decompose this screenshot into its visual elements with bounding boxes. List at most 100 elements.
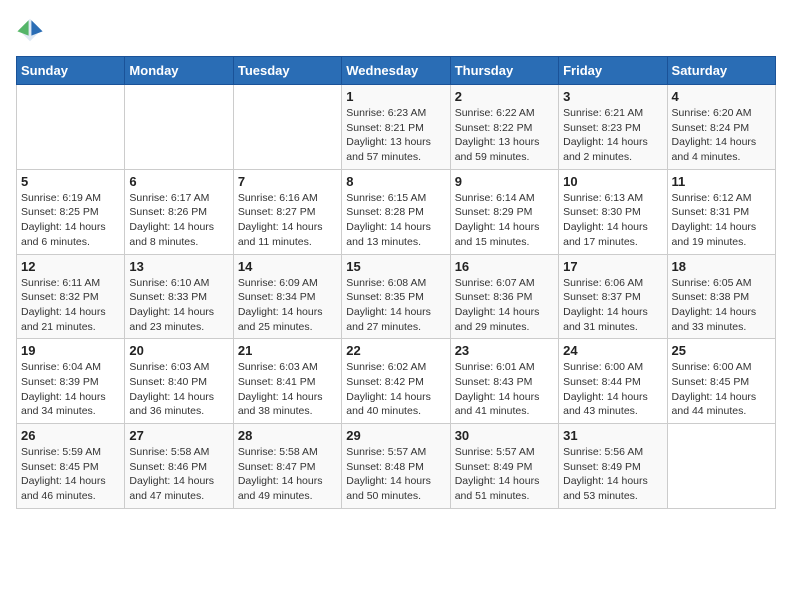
calendar-cell: 9 Sunrise: 6:14 AM Sunset: 8:29 PM Daylig… <box>450 169 558 254</box>
calendar-cell: 19 Sunrise: 6:04 AM Sunset: 8:39 PM Dayli… <box>17 339 125 424</box>
day-number: 8 <box>346 174 445 189</box>
day-info: Sunrise: 6:03 AM Sunset: 8:41 PM Dayligh… <box>238 360 337 419</box>
day-number: 7 <box>238 174 337 189</box>
calendar-cell: 30 Sunrise: 5:57 AM Sunset: 8:49 PM Dayli… <box>450 424 558 509</box>
day-number: 10 <box>563 174 662 189</box>
day-info: Sunrise: 5:59 AM Sunset: 8:45 PM Dayligh… <box>21 445 120 504</box>
calendar-week-row: 26 Sunrise: 5:59 AM Sunset: 8:45 PM Dayli… <box>17 424 776 509</box>
day-info: Sunrise: 6:21 AM Sunset: 8:23 PM Dayligh… <box>563 106 662 165</box>
day-info: Sunrise: 6:00 AM Sunset: 8:45 PM Dayligh… <box>672 360 771 419</box>
calendar-cell: 8 Sunrise: 6:15 AM Sunset: 8:28 PM Daylig… <box>342 169 450 254</box>
day-info: Sunrise: 6:17 AM Sunset: 8:26 PM Dayligh… <box>129 191 228 250</box>
day-info: Sunrise: 6:08 AM Sunset: 8:35 PM Dayligh… <box>346 276 445 335</box>
day-number: 21 <box>238 343 337 358</box>
calendar-cell: 6 Sunrise: 6:17 AM Sunset: 8:26 PM Daylig… <box>125 169 233 254</box>
logo-icon <box>16 16 44 44</box>
calendar-table: SundayMondayTuesdayWednesdayThursdayFrid… <box>16 56 776 509</box>
calendar-cell <box>125 85 233 170</box>
day-info: Sunrise: 6:15 AM Sunset: 8:28 PM Dayligh… <box>346 191 445 250</box>
calendar-cell: 21 Sunrise: 6:03 AM Sunset: 8:41 PM Dayli… <box>233 339 341 424</box>
calendar-cell: 3 Sunrise: 6:21 AM Sunset: 8:23 PM Daylig… <box>559 85 667 170</box>
day-info: Sunrise: 6:09 AM Sunset: 8:34 PM Dayligh… <box>238 276 337 335</box>
day-number: 13 <box>129 259 228 274</box>
day-info: Sunrise: 6:20 AM Sunset: 8:24 PM Dayligh… <box>672 106 771 165</box>
calendar-week-row: 5 Sunrise: 6:19 AM Sunset: 8:25 PM Daylig… <box>17 169 776 254</box>
day-info: Sunrise: 6:13 AM Sunset: 8:30 PM Dayligh… <box>563 191 662 250</box>
day-number: 29 <box>346 428 445 443</box>
calendar-cell: 22Sunrise: 6:02 AM Sunset: 8:42 PM Dayli… <box>342 339 450 424</box>
calendar-cell: 11 Sunrise: 6:12 AM Sunset: 8:31 PM Dayli… <box>667 169 775 254</box>
day-info: Sunrise: 5:56 AM Sunset: 8:49 PM Dayligh… <box>563 445 662 504</box>
calendar-cell: 27 Sunrise: 5:58 AM Sunset: 8:46 PM Dayli… <box>125 424 233 509</box>
day-number: 11 <box>672 174 771 189</box>
day-number: 22 <box>346 343 445 358</box>
day-number: 31 <box>563 428 662 443</box>
logo <box>16 16 48 44</box>
day-number: 26 <box>21 428 120 443</box>
calendar-cell: 20Sunrise: 6:03 AM Sunset: 8:40 PM Dayli… <box>125 339 233 424</box>
day-number: 17 <box>563 259 662 274</box>
day-info: Sunrise: 5:58 AM Sunset: 8:47 PM Dayligh… <box>238 445 337 504</box>
day-number: 12 <box>21 259 120 274</box>
calendar-cell <box>667 424 775 509</box>
calendar-cell: 28 Sunrise: 5:58 AM Sunset: 8:47 PM Dayli… <box>233 424 341 509</box>
day-number: 27 <box>129 428 228 443</box>
day-info: Sunrise: 6:22 AM Sunset: 8:22 PM Dayligh… <box>455 106 554 165</box>
calendar-header-sunday: Sunday <box>17 57 125 85</box>
calendar-cell: 15 Sunrise: 6:08 AM Sunset: 8:35 PM Dayli… <box>342 254 450 339</box>
day-number: 1 <box>346 89 445 104</box>
day-number: 6 <box>129 174 228 189</box>
day-info: Sunrise: 6:19 AM Sunset: 8:25 PM Dayligh… <box>21 191 120 250</box>
calendar-cell <box>233 85 341 170</box>
day-number: 14 <box>238 259 337 274</box>
day-info: Sunrise: 6:10 AM Sunset: 8:33 PM Dayligh… <box>129 276 228 335</box>
calendar-header-tuesday: Tuesday <box>233 57 341 85</box>
calendar-header-wednesday: Wednesday <box>342 57 450 85</box>
calendar-cell: 1 Sunrise: 6:23 AM Sunset: 8:21 PM Daylig… <box>342 85 450 170</box>
day-number: 4 <box>672 89 771 104</box>
day-info: Sunrise: 6:07 AM Sunset: 8:36 PM Dayligh… <box>455 276 554 335</box>
day-info: Sunrise: 6:16 AM Sunset: 8:27 PM Dayligh… <box>238 191 337 250</box>
calendar-cell: 4 Sunrise: 6:20 AM Sunset: 8:24 PM Daylig… <box>667 85 775 170</box>
day-info: Sunrise: 5:57 AM Sunset: 8:49 PM Dayligh… <box>455 445 554 504</box>
day-info: Sunrise: 6:11 AM Sunset: 8:32 PM Dayligh… <box>21 276 120 335</box>
calendar-cell: 18Sunrise: 6:05 AM Sunset: 8:38 PM Dayli… <box>667 254 775 339</box>
day-info: Sunrise: 6:12 AM Sunset: 8:31 PM Dayligh… <box>672 191 771 250</box>
calendar-cell: 10 Sunrise: 6:13 AM Sunset: 8:30 PM Dayli… <box>559 169 667 254</box>
day-info: Sunrise: 6:01 AM Sunset: 8:43 PM Dayligh… <box>455 360 554 419</box>
day-number: 30 <box>455 428 554 443</box>
calendar-cell: 23Sunrise: 6:01 AM Sunset: 8:43 PM Dayli… <box>450 339 558 424</box>
day-info: Sunrise: 5:57 AM Sunset: 8:48 PM Dayligh… <box>346 445 445 504</box>
day-number: 5 <box>21 174 120 189</box>
day-info: Sunrise: 6:23 AM Sunset: 8:21 PM Dayligh… <box>346 106 445 165</box>
day-info: Sunrise: 5:58 AM Sunset: 8:46 PM Dayligh… <box>129 445 228 504</box>
calendar-header-monday: Monday <box>125 57 233 85</box>
day-info: Sunrise: 6:14 AM Sunset: 8:29 PM Dayligh… <box>455 191 554 250</box>
day-number: 24 <box>563 343 662 358</box>
calendar-cell: 5 Sunrise: 6:19 AM Sunset: 8:25 PM Daylig… <box>17 169 125 254</box>
day-number: 25 <box>672 343 771 358</box>
day-number: 15 <box>346 259 445 274</box>
calendar-cell: 17 Sunrise: 6:06 AM Sunset: 8:37 PM Dayli… <box>559 254 667 339</box>
calendar-cell: 25 Sunrise: 6:00 AM Sunset: 8:45 PM Dayli… <box>667 339 775 424</box>
calendar-header-saturday: Saturday <box>667 57 775 85</box>
day-info: Sunrise: 6:03 AM Sunset: 8:40 PM Dayligh… <box>129 360 228 419</box>
day-number: 16 <box>455 259 554 274</box>
calendar-week-row: 12 Sunrise: 6:11 AM Sunset: 8:32 PM Dayli… <box>17 254 776 339</box>
calendar-cell <box>17 85 125 170</box>
calendar-cell: 12 Sunrise: 6:11 AM Sunset: 8:32 PM Dayli… <box>17 254 125 339</box>
calendar-cell: 7 Sunrise: 6:16 AM Sunset: 8:27 PM Daylig… <box>233 169 341 254</box>
day-info: Sunrise: 6:04 AM Sunset: 8:39 PM Dayligh… <box>21 360 120 419</box>
day-info: Sunrise: 6:06 AM Sunset: 8:37 PM Dayligh… <box>563 276 662 335</box>
day-number: 3 <box>563 89 662 104</box>
day-info: Sunrise: 6:05 AM Sunset: 8:38 PM Dayligh… <box>672 276 771 335</box>
day-number: 9 <box>455 174 554 189</box>
calendar-cell: 29 Sunrise: 5:57 AM Sunset: 8:48 PM Dayli… <box>342 424 450 509</box>
page-header <box>16 16 776 44</box>
calendar-cell: 31 Sunrise: 5:56 AM Sunset: 8:49 PM Dayli… <box>559 424 667 509</box>
day-number: 2 <box>455 89 554 104</box>
day-number: 19 <box>21 343 120 358</box>
day-info: Sunrise: 6:00 AM Sunset: 8:44 PM Dayligh… <box>563 360 662 419</box>
calendar-cell: 16 Sunrise: 6:07 AM Sunset: 8:36 PM Dayli… <box>450 254 558 339</box>
day-number: 28 <box>238 428 337 443</box>
